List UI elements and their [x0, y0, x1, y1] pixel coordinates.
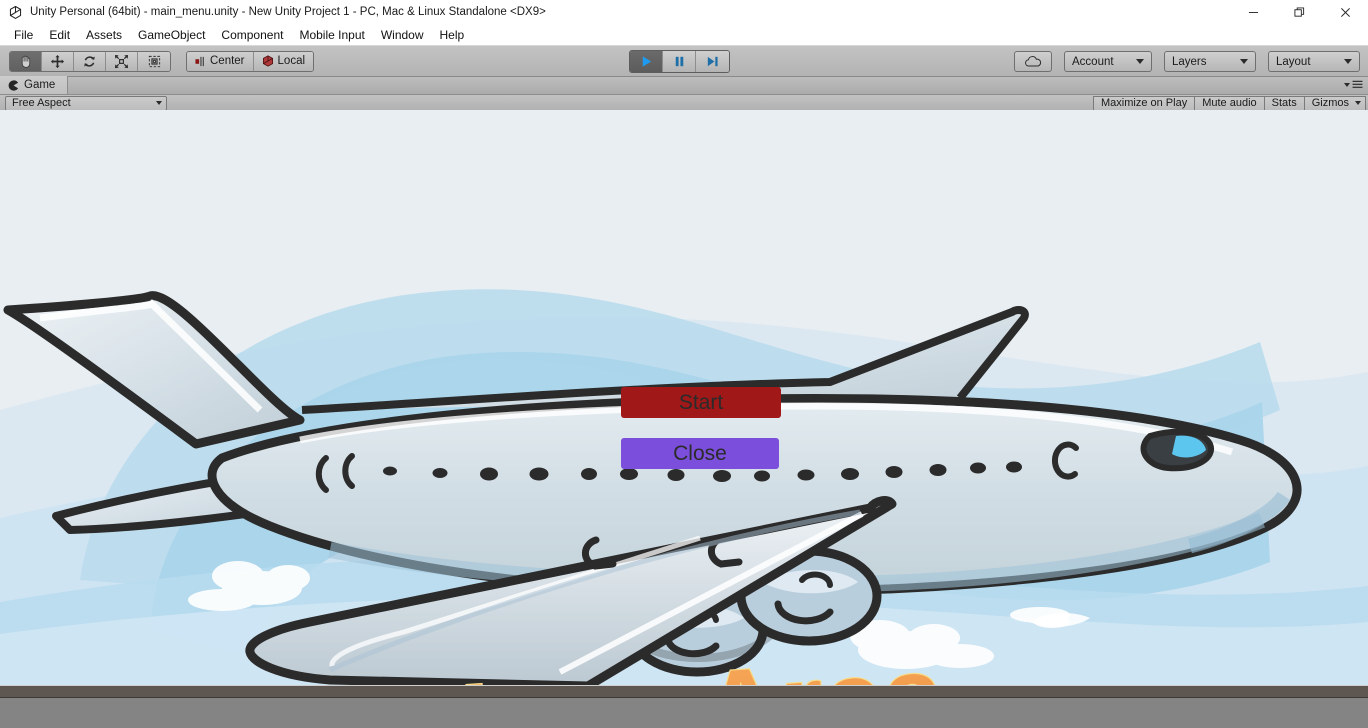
play-icon: [642, 56, 651, 67]
aspect-ratio-label: Free Aspect: [12, 97, 71, 109]
hamburger-icon: [1352, 80, 1363, 88]
layout-dropdown[interactable]: Layout: [1268, 51, 1360, 72]
rect-tool-button[interactable]: [138, 51, 170, 71]
rotate-tool-button[interactable]: [74, 51, 106, 71]
pause-button[interactable]: [663, 51, 696, 72]
playback-controls: [629, 50, 730, 73]
panel-options-button[interactable]: [1344, 80, 1363, 89]
chevron-down-icon: [156, 101, 162, 105]
menu-bar: File Edit Assets GameObject Component Mo…: [0, 24, 1368, 46]
menu-item-gameobject[interactable]: GameObject: [130, 26, 213, 44]
step-icon: [707, 56, 718, 67]
step-button[interactable]: [696, 51, 729, 72]
unity-logo-icon: [4, 0, 26, 24]
center-pivot-icon: [195, 56, 204, 66]
start-button-label: Start: [678, 390, 724, 414]
tab-game[interactable]: Game: [0, 76, 69, 94]
status-bar: [0, 698, 1368, 728]
scale-tool-button[interactable]: [106, 51, 138, 71]
move-tool-button[interactable]: [42, 51, 74, 71]
chevron-down-icon: [1344, 59, 1352, 64]
maximize-on-play-button[interactable]: Maximize on Play: [1093, 95, 1195, 111]
panel-tabstrip: Game: [0, 76, 1368, 95]
menu-item-mobile-input[interactable]: Mobile Input: [291, 26, 372, 44]
pivot-local-button[interactable]: Local: [253, 51, 314, 71]
toolbar-right-group: Account Layers Layout: [1014, 51, 1360, 72]
window-controls: [1230, 0, 1368, 24]
main-toolbar: Center Local Account Layers Layout: [0, 46, 1368, 77]
gizmos-label: Gizmos: [1311, 97, 1349, 109]
mute-audio-button[interactable]: Mute audio: [1194, 95, 1264, 111]
chevron-down-icon: [1136, 59, 1144, 64]
start-button[interactable]: Start: [621, 387, 781, 418]
stats-button[interactable]: Stats: [1263, 95, 1304, 111]
close-button[interactable]: [1322, 0, 1368, 24]
play-button[interactable]: [630, 51, 663, 72]
game-view-icon: [8, 79, 19, 91]
window-title: Unity Personal (64bit) - main_menu.unity…: [30, 6, 546, 18]
layers-dropdown[interactable]: Layers: [1164, 51, 1256, 72]
pivot-center-button[interactable]: Center: [187, 51, 254, 71]
transform-tool-group: [9, 50, 171, 72]
gizmos-button[interactable]: Gizmos: [1303, 95, 1366, 111]
account-label: Account: [1072, 55, 1114, 68]
menu-item-window[interactable]: Window: [373, 26, 432, 44]
hand-tool-button[interactable]: [10, 51, 42, 71]
game-ui-overlay: Start Close: [0, 110, 1368, 685]
menu-item-edit[interactable]: Edit: [41, 26, 78, 44]
pivot-local-label: Local: [277, 55, 306, 67]
panel-bottom-divider: [0, 685, 1368, 698]
restore-button[interactable]: [1276, 0, 1322, 24]
menu-item-assets[interactable]: Assets: [78, 26, 130, 44]
window-titlebar: Unity Personal (64bit) - main_menu.unity…: [0, 0, 1368, 24]
layers-label: Layers: [1172, 55, 1207, 68]
close-game-button[interactable]: Close: [621, 438, 779, 469]
pivot-center-label: Center: [210, 55, 245, 67]
local-space-icon: [262, 55, 273, 67]
close-button-label: Close: [673, 441, 727, 465]
pause-icon: [675, 56, 683, 67]
menu-item-component[interactable]: Component: [213, 26, 291, 44]
aspect-ratio-dropdown[interactable]: Free Aspect: [5, 95, 167, 111]
cloud-services-button[interactable]: [1014, 51, 1052, 72]
menu-item-file[interactable]: File: [6, 26, 41, 44]
chevron-down-icon: [1355, 101, 1361, 105]
chevron-down-icon: [1240, 59, 1248, 64]
minimize-button[interactable]: [1230, 0, 1276, 24]
game-toolbar-right: Maximize on Play Mute audio Stats Gizmos: [1093, 95, 1366, 111]
chevron-down-icon: [1344, 82, 1350, 87]
game-view-canvas[interactable]: Plane Area Start Close: [0, 110, 1368, 685]
cloud-icon: [1025, 56, 1042, 67]
tab-game-label: Game: [24, 79, 56, 91]
menu-item-help[interactable]: Help: [432, 26, 473, 44]
pivot-toggle-group: Center Local: [186, 50, 315, 72]
account-dropdown[interactable]: Account: [1064, 51, 1152, 72]
layout-label: Layout: [1276, 55, 1311, 68]
